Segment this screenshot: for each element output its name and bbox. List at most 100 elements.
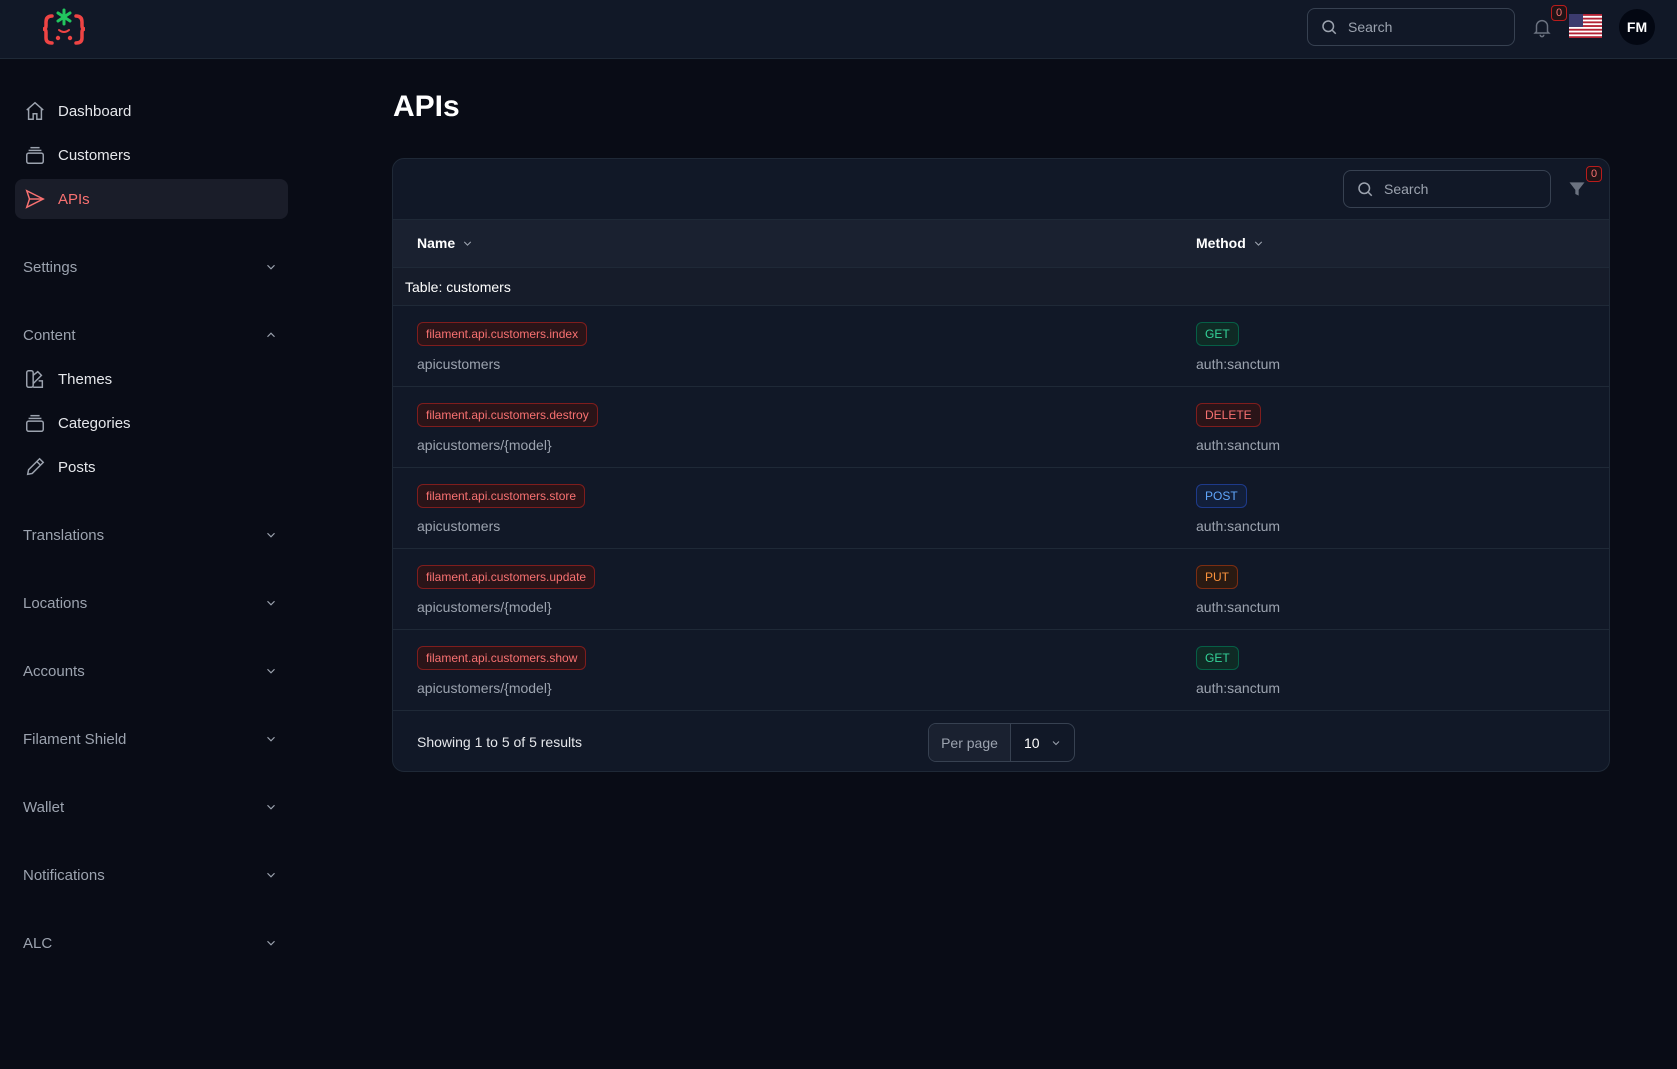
sidebar-item-label: Posts — [58, 458, 96, 476]
group-label: Accounts — [23, 662, 85, 680]
route-middleware: auth:sanctum — [1196, 599, 1281, 615]
group-label: Wallet — [23, 798, 65, 816]
group-label: Locations — [23, 594, 88, 612]
sidebar-item-customers[interactable]: Customers — [15, 135, 288, 175]
search-icon — [1322, 20, 1337, 35]
sidebar-item-dashboard[interactable]: Dashboard — [15, 91, 288, 131]
sidebar-group-accounts[interactable]: Accounts — [23, 659, 278, 683]
sidebar-group-content[interactable]: Content — [23, 323, 278, 347]
sidebar-item-themes[interactable]: Themes — [15, 359, 288, 399]
route-uri: apicustomers/{model} — [417, 437, 552, 453]
pencil-icon — [24, 456, 46, 478]
column-header-method[interactable]: Method — [1196, 235, 1265, 251]
sidebar-item-label: Themes — [58, 370, 113, 388]
method-badge: GET — [1196, 322, 1239, 346]
paper-plane-icon — [24, 188, 46, 210]
group-label: Filament Shield — [23, 730, 127, 748]
group-label: ALC — [23, 934, 53, 952]
per-page-selected: 10 — [1024, 734, 1040, 751]
sidebar-item-label: Categories — [58, 414, 131, 432]
table-group-row: Table: customers — [393, 268, 1609, 306]
page-title: APIs — [393, 90, 460, 123]
column-header-label: Method — [1196, 235, 1246, 251]
route-name-badge: filament.api.customers.store — [417, 484, 586, 508]
chevron-down-icon — [1052, 740, 1060, 745]
sidebar-group-translations[interactable]: Translations — [23, 523, 278, 547]
table-row[interactable]: filament.api.customers.destroy apicustom… — [393, 387, 1609, 468]
column-header-name[interactable]: Name — [417, 235, 474, 251]
route-uri: apicustomers/{model} — [417, 680, 552, 696]
user-avatar[interactable]: FM — [1619, 9, 1655, 45]
route-uri: apicustomers — [417, 356, 501, 372]
notification-count-badge: 0 — [1551, 5, 1567, 21]
top-bar: Search 0 FM — [0, 0, 1677, 59]
sidebar-group-notifications[interactable]: Notifications — [23, 863, 278, 887]
route-middleware: auth:sanctum — [1196, 518, 1281, 534]
table-toolbar: Search 0 — [393, 159, 1609, 220]
table-row[interactable]: filament.api.customers.show apicustomers… — [393, 630, 1609, 711]
us-flag-icon[interactable] — [1569, 14, 1602, 38]
chevron-down-icon — [1254, 240, 1262, 246]
search-icon — [1358, 182, 1373, 197]
chevron-down-icon — [267, 668, 275, 674]
sidebar-item-posts[interactable]: Posts — [15, 447, 288, 487]
method-badge: POST — [1196, 484, 1247, 508]
sidebar-item-categories[interactable]: Categories — [15, 403, 288, 443]
route-name-badge: filament.api.customers.show — [417, 646, 587, 670]
route-middleware: auth:sanctum — [1196, 680, 1281, 696]
filter-count-badge: 0 — [1586, 166, 1602, 182]
table-search-placeholder: Search — [1384, 181, 1429, 197]
chevron-down-icon — [267, 940, 275, 946]
sidebar-group-alc[interactable]: ALC — [23, 931, 278, 955]
table-row[interactable]: filament.api.customers.update apicustome… — [393, 549, 1609, 630]
stack-icon — [24, 412, 46, 434]
per-page-label: Per page — [929, 724, 1011, 761]
sidebar-item-apis[interactable]: APIs — [15, 179, 288, 219]
global-search-placeholder: Search — [1348, 19, 1393, 35]
global-search-input[interactable]: Search — [1307, 8, 1515, 46]
method-badge: GET — [1196, 646, 1239, 670]
table-header: Name Method — [393, 220, 1609, 268]
pagination-summary: Showing 1 to 5 of 5 results — [417, 734, 582, 750]
group-label: Settings — [23, 258, 78, 276]
bell-icon[interactable] — [1531, 15, 1553, 39]
chevron-down-icon — [267, 600, 275, 606]
swatch-icon — [24, 368, 46, 390]
table-row[interactable]: filament.api.customers.index apicustomer… — [393, 306, 1609, 387]
route-name-badge: filament.api.customers.index — [417, 322, 588, 346]
sidebar-item-label: Customers — [58, 146, 131, 164]
route-uri: apicustomers/{model} — [417, 599, 552, 615]
table-search-input[interactable]: Search — [1343, 170, 1551, 208]
app-logo[interactable] — [40, 8, 88, 48]
chevron-down-icon — [267, 804, 275, 810]
route-middleware: auth:sanctum — [1196, 437, 1281, 453]
sidebar-item-label: APIs — [58, 190, 90, 208]
sidebar-group-locations[interactable]: Locations — [23, 591, 278, 615]
table-row[interactable]: filament.api.customers.store apicustomer… — [393, 468, 1609, 549]
stack-icon — [24, 144, 46, 166]
route-uri: apicustomers — [417, 518, 501, 534]
chevron-up-icon — [267, 332, 275, 338]
route-name-badge: filament.api.customers.update — [417, 565, 596, 589]
chevron-down-icon — [464, 240, 472, 246]
apis-table-card: Search 0 Name Method Table: customers fi… — [392, 158, 1610, 772]
chevron-down-icon — [267, 532, 275, 538]
home-icon — [24, 100, 46, 122]
sidebar-group-filament-shield[interactable]: Filament Shield — [23, 727, 278, 751]
chevron-down-icon — [267, 264, 275, 270]
table-footer: Showing 1 to 5 of 5 results Per page 10 — [393, 712, 1609, 771]
sidebar-group-settings[interactable]: Settings — [23, 255, 278, 279]
chevron-down-icon — [267, 872, 275, 878]
per-page-value[interactable]: 10 — [1011, 724, 1074, 761]
sidebar-item-label: Dashboard — [58, 102, 132, 120]
chevron-down-icon — [267, 736, 275, 742]
filter-icon[interactable] — [1567, 179, 1587, 199]
sidebar-group-wallet[interactable]: Wallet — [23, 795, 278, 819]
column-header-label: Name — [417, 235, 456, 251]
route-middleware: auth:sanctum — [1196, 356, 1281, 372]
route-name-badge: filament.api.customers.destroy — [417, 403, 598, 427]
group-label: Content — [23, 326, 76, 344]
per-page-select[interactable]: Per page 10 — [928, 723, 1075, 762]
group-label: Translations — [23, 526, 105, 544]
sidebar: Dashboard Customers APIs Settings Conten… — [0, 60, 300, 1069]
